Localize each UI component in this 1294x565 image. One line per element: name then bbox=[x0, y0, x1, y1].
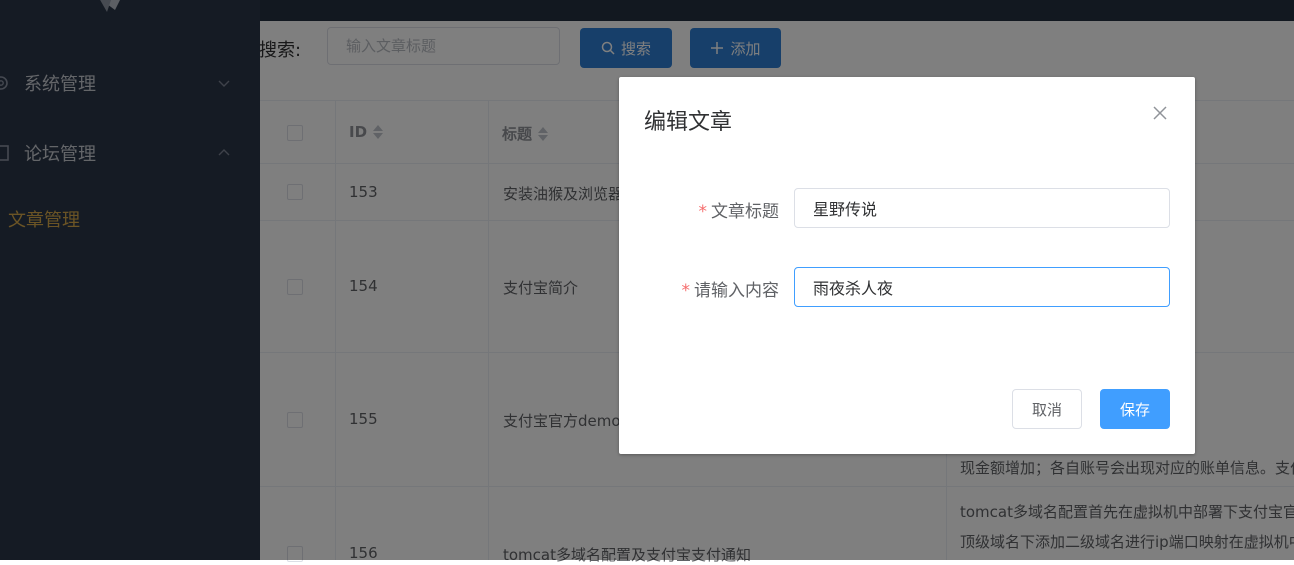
content-field-label: * 请输入内容 bbox=[609, 276, 780, 301]
article-content-input[interactable] bbox=[794, 267, 1170, 307]
edit-article-dialog: 编辑文章 *文章标题 *请输入内容 取消 保存 bbox=[619, 77, 1195, 454]
title-field-label-text: 文章标题 bbox=[711, 202, 779, 222]
article-title-input[interactable] bbox=[794, 188, 1170, 228]
title-field-label: * 文章标题 bbox=[609, 197, 780, 222]
content-field-label-text: 请输入内容 bbox=[694, 281, 779, 301]
required-marker: * bbox=[698, 202, 708, 222]
required-marker: * bbox=[681, 281, 691, 301]
dialog-title: 编辑文章 bbox=[644, 110, 733, 135]
cancel-button[interactable]: 取消 bbox=[1012, 389, 1082, 429]
close-icon[interactable] bbox=[1152, 105, 1168, 121]
save-button[interactable]: 保存 bbox=[1100, 389, 1170, 429]
